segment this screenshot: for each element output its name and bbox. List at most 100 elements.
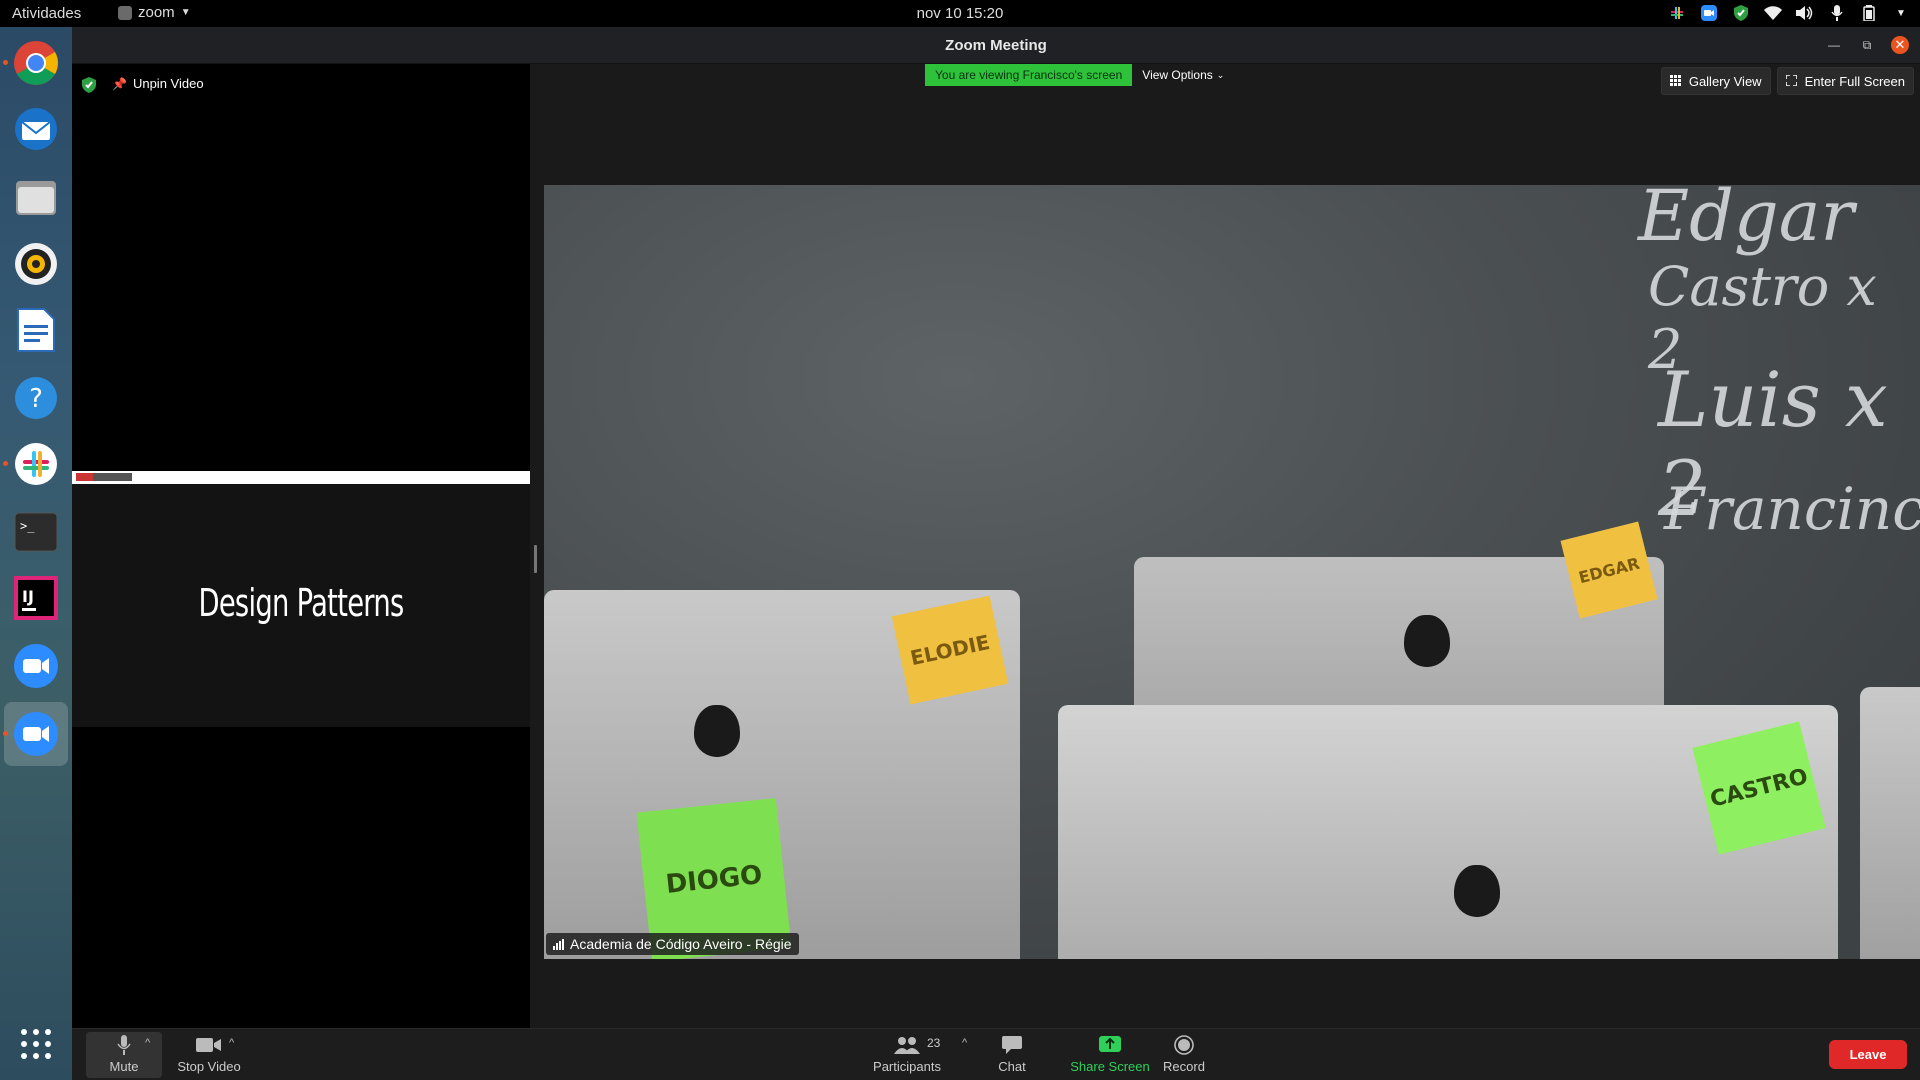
shield-tray-icon[interactable] xyxy=(1732,4,1750,22)
panel-resize-handle[interactable] xyxy=(534,545,537,573)
apple-logo-icon xyxy=(1454,865,1500,917)
svg-text:>_: >_ xyxy=(20,519,35,533)
mute-button[interactable]: Mute xyxy=(86,1032,162,1078)
board-name-1: Edgar xyxy=(1638,185,1854,257)
sticky-note-label: DIOGO xyxy=(664,860,764,900)
battery-icon[interactable] xyxy=(1860,4,1878,22)
restore-icon[interactable]: ⧉ xyxy=(1858,36,1876,54)
writer-icon[interactable] xyxy=(11,305,61,355)
view-options-button[interactable]: View Options ⌄ xyxy=(1142,68,1224,82)
zoom-tray-icon[interactable] xyxy=(1700,4,1718,22)
minimize-icon[interactable]: — xyxy=(1825,36,1843,54)
encryption-shield-icon[interactable] xyxy=(82,77,96,98)
slide-header-strip xyxy=(72,471,530,484)
volume-icon[interactable] xyxy=(1796,4,1814,22)
slack-icon[interactable] xyxy=(11,439,61,489)
apple-logo-icon xyxy=(694,705,740,757)
chat-label: Chat xyxy=(998,1059,1026,1074)
record-label: Record xyxy=(1163,1059,1205,1074)
fullscreen-icon xyxy=(1784,73,1798,89)
files-icon[interactable] xyxy=(11,172,61,222)
chevron-down-icon: ⌄ xyxy=(1216,69,1225,80)
slide-title: Design Patterns xyxy=(198,581,404,625)
svg-text:IJ: IJ xyxy=(22,587,34,606)
share-screen-icon xyxy=(1099,1035,1121,1055)
sticky-note-label: ELODIE xyxy=(908,629,992,671)
laptop-right xyxy=(1860,687,1920,959)
stop-video-button[interactable]: Stop Video xyxy=(171,1035,247,1074)
zoom-meeting-icon[interactable] xyxy=(11,709,61,759)
chrome-icon[interactable] xyxy=(11,38,61,88)
participant-name: Academia de Código Aveiro - Régie xyxy=(570,936,792,952)
audio-options-caret-icon[interactable]: ^ xyxy=(145,1037,150,1049)
grid-icon xyxy=(1669,74,1681,89)
view-controls: Gallery View Enter Full Screen xyxy=(1660,67,1914,95)
view-options-label: View Options xyxy=(1142,68,1213,82)
rhythmbox-icon[interactable] xyxy=(11,239,61,289)
pin-icon: 📌 xyxy=(112,76,127,91)
sticky-note-label: EDGAR xyxy=(1576,553,1642,587)
leave-button[interactable]: Leave xyxy=(1829,1040,1907,1069)
gallery-view-button[interactable]: Gallery View xyxy=(1660,67,1771,95)
video-camera-icon xyxy=(196,1035,222,1055)
unpin-video-label: Unpin Video xyxy=(132,76,204,91)
sticky-note-label: CASTRO xyxy=(1707,763,1811,813)
viewing-bar: You are viewing Francisco's screen View … xyxy=(925,64,1224,86)
apple-logo-icon xyxy=(1404,615,1450,667)
chevron-down-icon: ▼ xyxy=(180,7,191,18)
speaker-video[interactable]: Edgar Castro x 2 Luis x 2 Francinco ELOD… xyxy=(544,185,1920,959)
record-button[interactable]: Record xyxy=(1154,1035,1214,1074)
video-options-caret-icon[interactable]: ^ xyxy=(229,1037,234,1049)
shared-screen-thumbnail: Design Patterns xyxy=(72,471,530,727)
full-screen-label: Enter Full Screen xyxy=(1804,73,1905,89)
microphone-icon xyxy=(117,1035,131,1055)
slack-tray-icon[interactable] xyxy=(1668,4,1686,22)
grid-icon[interactable] xyxy=(11,1019,61,1069)
signal-strength-icon xyxy=(553,938,564,950)
dock: ? >_ IJ xyxy=(0,27,72,1080)
intellij-icon[interactable]: IJ xyxy=(11,573,61,623)
wifi-icon[interactable] xyxy=(1764,4,1782,22)
zoom-app-icon xyxy=(118,5,132,20)
app-menu-label: zoom xyxy=(138,4,175,21)
participants-label: Participants xyxy=(873,1059,941,1074)
svg-text:?: ? xyxy=(29,384,43,414)
share-screen-label: Share Screen xyxy=(1070,1059,1150,1074)
board-name-4: Francinco xyxy=(1664,475,1920,543)
logo xyxy=(76,473,132,481)
window-title: Zoom Meeting xyxy=(945,37,1047,54)
close-icon[interactable]: ✕ xyxy=(1891,36,1909,54)
record-icon xyxy=(1174,1035,1194,1055)
participants-icon xyxy=(894,1035,920,1055)
running-indicator xyxy=(3,461,8,466)
terminal-icon[interactable]: >_ xyxy=(11,507,61,557)
zoom-icon[interactable] xyxy=(11,641,61,691)
help-icon[interactable]: ? xyxy=(11,373,61,423)
running-indicator xyxy=(3,731,8,736)
meeting-toolbar: Mute ^ Stop Video ^ Participants 23 ^ Ch… xyxy=(72,1028,1920,1080)
zoom-window: Zoom Meeting — ⧉ ✕ 📌 Unpin Video Design … xyxy=(72,27,1920,1080)
activities-button[interactable]: Atividades xyxy=(12,5,81,22)
unpin-video-button[interactable]: 📌 Unpin Video xyxy=(112,76,204,91)
thunderbird-icon[interactable] xyxy=(11,104,61,154)
clock[interactable]: nov 10 15:20 xyxy=(0,5,1920,22)
participant-name-tag: Academia de Código Aveiro - Régie xyxy=(546,933,799,955)
app-menu[interactable]: zoom ▼ xyxy=(118,4,191,21)
gnome-top-bar: Atividades zoom ▼ nov 10 15:20 ▼ xyxy=(0,0,1920,27)
system-tray: ▼ xyxy=(1668,4,1910,22)
participants-options-caret-icon[interactable]: ^ xyxy=(962,1037,967,1049)
microphone-icon[interactable] xyxy=(1828,4,1846,22)
viewing-screen-banner: You are viewing Francisco's screen xyxy=(925,64,1133,86)
mute-label: Mute xyxy=(109,1059,139,1074)
window-titlebar[interactable]: Zoom Meeting — ⧉ ✕ xyxy=(72,27,1920,64)
enter-full-screen-button[interactable]: Enter Full Screen xyxy=(1776,67,1914,95)
participants-count: 23 xyxy=(927,1036,941,1050)
gallery-view-label: Gallery View xyxy=(1688,73,1762,89)
system-menu-chevron-icon[interactable]: ▼ xyxy=(1892,4,1910,22)
chat-bubble-icon xyxy=(1002,1035,1022,1055)
stop-video-label: Stop Video xyxy=(177,1059,241,1074)
running-indicator xyxy=(3,60,8,65)
chat-button[interactable]: Chat xyxy=(982,1035,1042,1074)
share-screen-button[interactable]: Share Screen xyxy=(1062,1035,1158,1074)
pinned-video-panel: 📌 Unpin Video Design Patterns xyxy=(72,64,530,1028)
